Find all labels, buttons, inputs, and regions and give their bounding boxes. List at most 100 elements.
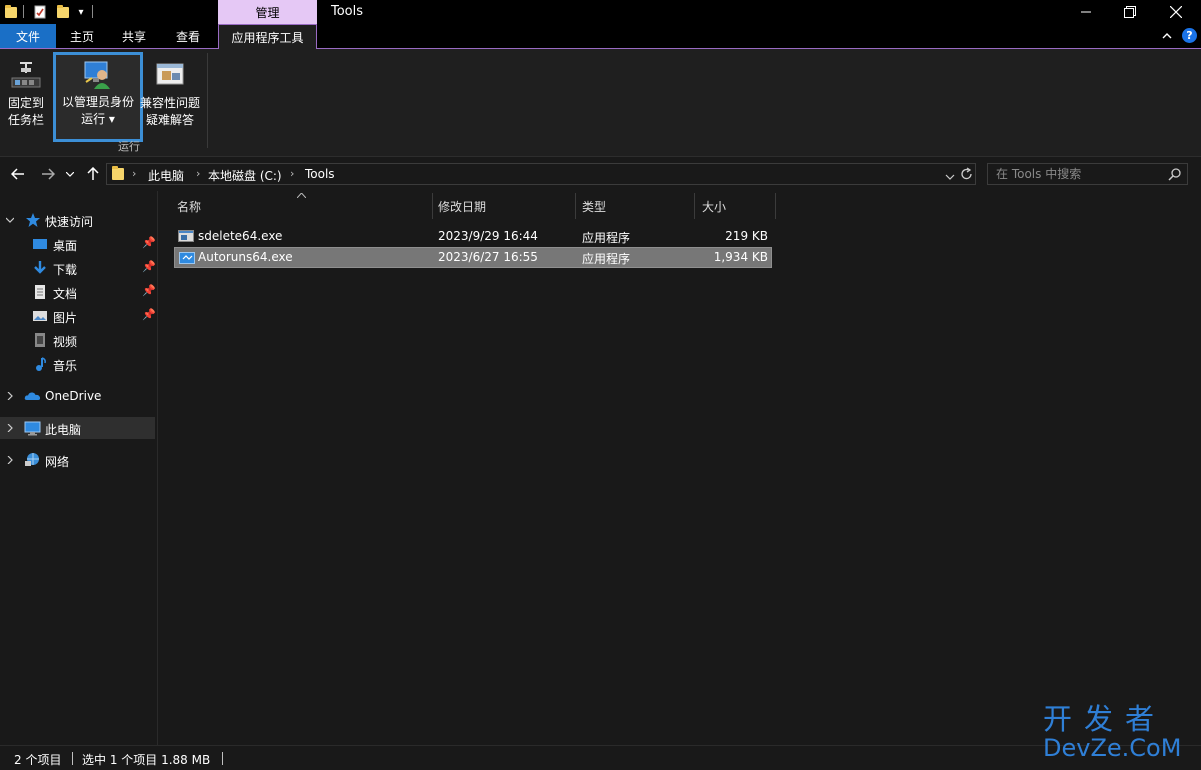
computer-icon (24, 420, 41, 436)
selection-info: 选中 1 个项目 1.88 MB (82, 753, 211, 767)
column-divider[interactable] (575, 193, 576, 219)
expand-chevron-icon[interactable] (5, 209, 15, 231)
tab-view[interactable]: 查看 (164, 24, 212, 48)
expand-chevron-icon[interactable] (5, 385, 15, 407)
column-header-modified[interactable]: 修改日期 (438, 191, 576, 221)
column-divider[interactable] (432, 193, 433, 219)
run-as-administrator-button[interactable]: 以管理员身份 运行 ▾ (53, 52, 143, 142)
executable-icon (178, 229, 194, 243)
customize-quick-access-icon[interactable]: ▾ (75, 4, 87, 20)
sidebar-item-network[interactable]: 网络 (0, 449, 155, 471)
sidebar-item-label: 音乐 (53, 359, 78, 373)
pin-icon[interactable]: 📌 (142, 308, 156, 321)
column-divider[interactable] (775, 193, 776, 219)
sidebar-item-this-pc[interactable]: 此电脑 (0, 417, 155, 439)
breadcrumb-this-pc[interactable]: 此电脑 (148, 167, 184, 184)
tab-home[interactable]: 主页 (58, 24, 106, 48)
search-icon[interactable] (1168, 168, 1181, 184)
watermark: 开发者 DevZe.CoM (1043, 702, 1195, 766)
close-button[interactable] (1153, 0, 1199, 24)
download-icon (32, 260, 48, 276)
ribbon: 固定到 任务栏 以管理员身份 运行 ▾ 兼容性问题 疑难解答 运行 (0, 49, 1201, 157)
collapse-ribbon-icon[interactable] (1160, 28, 1174, 44)
onedrive-cloud-icon (24, 388, 41, 404)
sidebar-item-label: 文档 (53, 287, 78, 301)
expand-chevron-icon[interactable] (5, 449, 15, 471)
window-title: Tools (331, 4, 364, 19)
compatibility-icon (154, 59, 186, 91)
up-button[interactable] (83, 164, 103, 184)
column-divider[interactable] (694, 193, 695, 219)
help-icon[interactable]: ? (1182, 28, 1197, 43)
network-icon (24, 452, 40, 468)
sidebar-item-documents[interactable]: 文档 📌 (0, 281, 156, 303)
sidebar-item-downloads[interactable]: 下载 📌 (0, 257, 156, 279)
file-name: sdelete64.exe (198, 229, 283, 243)
breadcrumb-tools[interactable]: Tools (305, 167, 335, 181)
sidebar-item-music[interactable]: 音乐 (0, 353, 155, 375)
file-row-selected[interactable]: Autoruns64.exe 2023/6/27 16:55 应用程序 1,93… (174, 247, 772, 268)
tab-application-tools[interactable]: 应用程序工具 (218, 24, 317, 50)
recent-locations-button[interactable] (63, 164, 77, 184)
sidebar-item-label: 快速访问 (45, 215, 94, 229)
sidebar-item-label: 此电脑 (45, 423, 82, 437)
file-type: 应用程序 (582, 252, 631, 266)
breadcrumb-separator[interactable]: › (132, 167, 136, 180)
title-bar: ▾ 管理 Tools (0, 0, 1201, 24)
forward-button[interactable] (38, 164, 58, 184)
sidebar-item-label: OneDrive (45, 389, 102, 403)
compatibility-troubleshoot-button[interactable]: 兼容性问题 疑难解答 (139, 53, 201, 139)
run-group-label: 运行 (118, 140, 140, 153)
search-box[interactable] (987, 163, 1188, 185)
minimize-button[interactable] (1063, 0, 1109, 24)
quick-access-separator (92, 5, 93, 18)
pin-taskbar-label-1: 固定到 (7, 96, 44, 110)
sidebar-item-label: 图片 (53, 311, 78, 325)
file-size: 219 KB (725, 229, 768, 243)
breadcrumb-separator[interactable]: › (196, 167, 200, 180)
file-type: 应用程序 (582, 231, 631, 245)
sidebar-item-label: 桌面 (53, 239, 78, 253)
autoruns-icon (179, 251, 195, 265)
pin-taskbar-icon (10, 59, 42, 91)
address-bar[interactable]: › 此电脑 › 本地磁盘 (C:) › Tools (106, 163, 976, 185)
folder-icon[interactable] (4, 4, 18, 20)
new-folder-icon[interactable] (56, 4, 70, 20)
pin-icon[interactable]: 📌 (142, 236, 156, 249)
compatibility-label-2: 疑难解答 (145, 113, 194, 127)
sidebar-item-desktop[interactable]: 桌面 📌 (0, 233, 156, 255)
sidebar-item-pictures[interactable]: 图片 📌 (0, 305, 156, 327)
back-button[interactable] (8, 164, 28, 184)
address-dropdown-icon[interactable] (945, 170, 955, 184)
breadcrumb-separator[interactable]: › (290, 167, 294, 180)
properties-icon[interactable] (33, 4, 47, 20)
refresh-icon[interactable] (960, 167, 973, 184)
file-row[interactable]: sdelete64.exe 2023/9/29 16:44 应用程序 219 K… (174, 226, 772, 247)
file-modified: 2023/6/27 16:55 (438, 250, 538, 264)
search-input[interactable] (996, 166, 1166, 182)
item-count: 2 个项目 (14, 753, 62, 767)
sidebar-item-quick-access[interactable]: 快速访问 (0, 209, 155, 231)
sidebar-item-onedrive[interactable]: OneDrive (0, 385, 155, 407)
quick-access-separator (23, 5, 24, 18)
sidebar-item-videos[interactable]: 视频 (0, 329, 155, 351)
tab-share[interactable]: 共享 (110, 24, 158, 48)
pin-taskbar-label-2: 任务栏 (7, 113, 44, 127)
restore-button[interactable] (1107, 0, 1153, 24)
column-header-name[interactable]: 名称 (177, 191, 433, 221)
pin-icon[interactable]: 📌 (142, 284, 156, 297)
pin-to-taskbar-button[interactable]: 固定到 任务栏 (4, 53, 48, 139)
column-header-type[interactable]: 类型 (582, 191, 694, 221)
tab-file[interactable]: 文件 (0, 24, 56, 48)
address-folder-icon (112, 166, 124, 180)
expand-chevron-icon[interactable] (5, 417, 15, 439)
run-as-admin-label-1: 以管理员身份 (61, 95, 134, 109)
video-icon (32, 332, 48, 348)
manage-context-tab[interactable]: 管理 (218, 0, 317, 24)
navigation-pane: 快速访问 桌面 📌 下载 📌 文档 📌 图片 📌 视频 音乐 OneDrive … (0, 191, 158, 745)
pin-icon[interactable]: 📌 (142, 260, 156, 273)
document-icon (32, 284, 48, 300)
star-icon (25, 212, 41, 228)
breadcrumb-local-disk[interactable]: 本地磁盘 (C:) (208, 167, 282, 184)
column-header-size[interactable]: 大小 (702, 191, 774, 221)
